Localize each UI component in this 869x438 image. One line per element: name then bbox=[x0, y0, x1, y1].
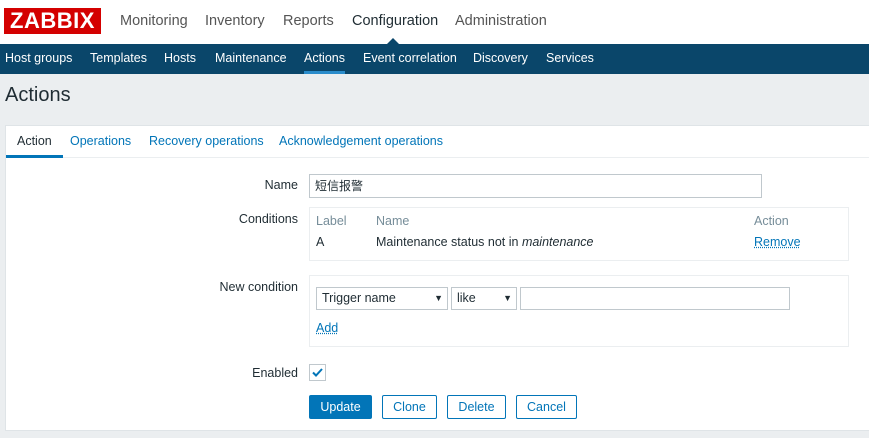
tab-operations[interactable]: Operations bbox=[70, 126, 131, 158]
conditions-header-action: Action bbox=[754, 214, 789, 228]
condition-name-value: maintenance bbox=[521, 235, 594, 249]
subnav-event-correlation[interactable]: Event correlation bbox=[363, 44, 457, 74]
nav-administration[interactable]: Administration bbox=[455, 0, 547, 44]
nav-monitoring[interactable]: Monitoring bbox=[120, 0, 188, 44]
dropdown-arrow-icon: ▼ bbox=[434, 293, 443, 303]
conditions-header-name: Name bbox=[376, 214, 410, 228]
top-header: ZABBIX Monitoring Inventory Reports Conf… bbox=[0, 0, 869, 44]
conditions-label: Conditions bbox=[238, 212, 298, 226]
subnav-services[interactable]: Services bbox=[546, 44, 594, 74]
cancel-button[interactable]: Cancel bbox=[516, 395, 577, 419]
tab-action[interactable]: Action bbox=[6, 126, 63, 158]
condition-row-name: Maintenance status not in maintenance bbox=[376, 235, 594, 249]
condition-row-label: A bbox=[316, 235, 325, 249]
action-form-panel: Action Operations Recovery operations Ac… bbox=[5, 125, 869, 431]
subnav-maintenance[interactable]: Maintenance bbox=[215, 44, 287, 74]
condition-type-value: Trigger name bbox=[322, 291, 396, 305]
nav-inventory[interactable]: Inventory bbox=[205, 0, 265, 44]
checkmark-icon bbox=[312, 368, 323, 377]
dropdown-arrow-icon: ▼ bbox=[503, 293, 512, 303]
nav-reports[interactable]: Reports bbox=[283, 0, 334, 44]
conditions-table: Label Name Action A Maintenance status n… bbox=[309, 207, 849, 261]
condition-value-input[interactable] bbox=[520, 287, 790, 310]
new-condition-label: New condition bbox=[219, 280, 298, 294]
subnav-actions[interactable]: Actions bbox=[304, 44, 345, 74]
condition-operator-value: like bbox=[457, 291, 476, 305]
update-button[interactable]: Update bbox=[309, 395, 372, 419]
tab-acknowledgement-operations[interactable]: Acknowledgement operations bbox=[279, 126, 443, 158]
conditions-header-label: Label bbox=[316, 214, 347, 228]
subnav-templates[interactable]: Templates bbox=[90, 44, 147, 74]
name-label: Name bbox=[264, 178, 298, 192]
name-input[interactable]: 短信报警 bbox=[309, 174, 762, 198]
enabled-checkbox[interactable] bbox=[309, 364, 326, 381]
subnav-hosts[interactable]: Hosts bbox=[164, 44, 196, 74]
form-tabs: Action Operations Recovery operations Ac… bbox=[6, 126, 869, 158]
clone-button[interactable]: Clone bbox=[382, 395, 437, 419]
condition-operator-select[interactable]: like ▼ bbox=[451, 287, 517, 310]
condition-type-select[interactable]: Trigger name ▼ bbox=[316, 287, 448, 310]
subnav-discovery[interactable]: Discovery bbox=[473, 44, 528, 74]
condition-remove-link[interactable]: Remove bbox=[754, 235, 801, 249]
new-condition-box: Trigger name ▼ like ▼ Add bbox=[309, 275, 849, 347]
delete-button[interactable]: Delete bbox=[447, 395, 506, 419]
zabbix-logo[interactable]: ZABBIX bbox=[4, 8, 101, 34]
condition-name-text: Maintenance status not in bbox=[376, 235, 522, 249]
page-title: Actions bbox=[5, 84, 71, 106]
subnav-host-groups[interactable]: Host groups bbox=[5, 44, 72, 74]
enabled-label: Enabled bbox=[252, 366, 298, 380]
sub-navigation: Host groups Templates Hosts Maintenance … bbox=[0, 44, 869, 74]
tab-recovery-operations[interactable]: Recovery operations bbox=[149, 126, 264, 158]
add-condition-link[interactable]: Add bbox=[316, 321, 338, 335]
